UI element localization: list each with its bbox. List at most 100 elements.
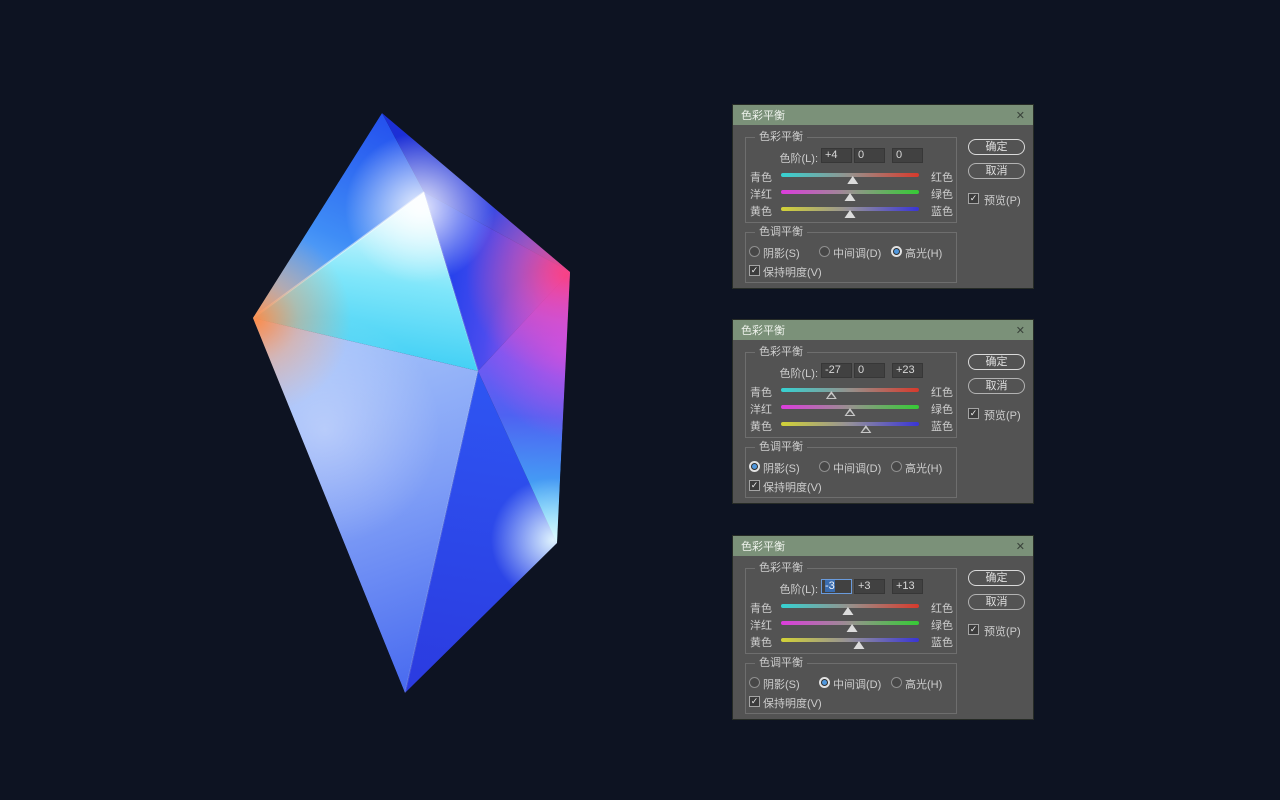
preserve-luminosity-checkbox[interactable]: ✓ xyxy=(749,696,760,707)
green-label: 绿色 xyxy=(931,617,953,633)
levels-input-3[interactable]: 0 xyxy=(892,148,923,163)
radio-shadows-label: 阴影(S) xyxy=(763,245,800,261)
color-balance-dialog-3: 色彩平衡 ✕ 色彩平衡 色阶(L): -3 +3 +13 青色 红色 洋红 xyxy=(733,536,1033,719)
group-label: 色调平衡 xyxy=(755,441,807,454)
dialog-title: 色彩平衡 xyxy=(741,322,785,338)
preserve-luminosity-label: 保持明度(V) xyxy=(763,479,822,495)
levels-input-1[interactable]: +4 xyxy=(821,148,852,163)
levels-input-3[interactable]: +23 xyxy=(892,363,923,378)
slider-thumb[interactable] xyxy=(845,193,856,201)
dialog-titlebar[interactable]: 色彩平衡 ✕ xyxy=(733,105,1033,125)
group-label: 色彩平衡 xyxy=(755,346,807,359)
preserve-luminosity-label: 保持明度(V) xyxy=(763,695,822,711)
radio-highlights[interactable] xyxy=(891,246,902,257)
yellow-blue-slider[interactable] xyxy=(781,638,919,642)
yellow-label: 黄色 xyxy=(750,634,772,650)
magenta-green-slider[interactable] xyxy=(781,190,919,194)
dialog-titlebar[interactable]: 色彩平衡 ✕ xyxy=(733,536,1033,556)
cancel-button[interactable]: 取消 xyxy=(968,594,1025,610)
blue-label: 蓝色 xyxy=(931,418,953,434)
canvas-background: 色彩平衡 ✕ 色彩平衡 色阶(L): +4 0 0 青色 红色 洋红 xyxy=(0,0,1280,800)
dialog-titlebar[interactable]: 色彩平衡 ✕ xyxy=(733,320,1033,340)
radio-shadows[interactable] xyxy=(749,461,760,472)
cyan-label: 青色 xyxy=(750,384,772,400)
red-label: 红色 xyxy=(931,384,953,400)
color-balance-group: 色彩平衡 色阶(L): +4 0 0 青色 红色 洋红 绿色 xyxy=(745,137,957,223)
levels-label: 色阶(L): xyxy=(766,150,818,166)
levels-input-2[interactable]: +3 xyxy=(854,579,885,594)
close-icon[interactable]: ✕ xyxy=(1016,109,1025,122)
radio-highlights-label: 高光(H) xyxy=(905,676,942,692)
red-label: 红色 xyxy=(931,600,953,616)
slider-thumb[interactable] xyxy=(860,425,871,433)
ok-button[interactable]: 确定 xyxy=(968,139,1025,155)
cancel-button[interactable]: 取消 xyxy=(968,163,1025,179)
radio-midtones[interactable] xyxy=(819,677,830,688)
yellow-label: 黄色 xyxy=(750,203,772,219)
radio-highlights-label: 高光(H) xyxy=(905,460,942,476)
dialog-title: 色彩平衡 xyxy=(741,107,785,123)
group-label: 色彩平衡 xyxy=(755,562,807,575)
preview-checkbox[interactable]: ✓ xyxy=(968,408,979,419)
color-balance-group: 色彩平衡 色阶(L): -3 +3 +13 青色 红色 洋红 xyxy=(745,568,957,654)
radio-highlights[interactable] xyxy=(891,677,902,688)
slider-thumb[interactable] xyxy=(853,641,864,649)
tone-balance-group: 色调平衡 阴影(S) 中间调(D) 高光(H) ✓ 保持明度(V) xyxy=(745,447,957,498)
slider-thumb[interactable] xyxy=(826,391,837,399)
red-label: 红色 xyxy=(931,169,953,185)
cyan-label: 青色 xyxy=(750,600,772,616)
slider-thumb[interactable] xyxy=(845,408,856,416)
levels-input-1[interactable]: -27 xyxy=(821,363,852,378)
preview-label: 预览(P) xyxy=(984,192,1021,208)
group-label: 色调平衡 xyxy=(755,657,807,670)
preview-label: 预览(P) xyxy=(984,407,1021,423)
preview-label: 预览(P) xyxy=(984,623,1021,639)
dialog-title: 色彩平衡 xyxy=(741,538,785,554)
yellow-blue-slider[interactable] xyxy=(781,207,919,211)
preview-checkbox[interactable]: ✓ xyxy=(968,193,979,204)
radio-midtones[interactable] xyxy=(819,246,830,257)
magenta-green-slider[interactable] xyxy=(781,405,919,409)
tone-balance-group: 色调平衡 阴影(S) 中间调(D) 高光(H) ✓ 保持明度(V) xyxy=(745,663,957,714)
levels-input-2[interactable]: 0 xyxy=(854,363,885,378)
group-label: 色彩平衡 xyxy=(755,131,807,144)
preserve-luminosity-checkbox[interactable]: ✓ xyxy=(749,480,760,491)
radio-midtones-label: 中间调(D) xyxy=(833,676,881,692)
close-icon[interactable]: ✕ xyxy=(1016,324,1025,337)
cyan-red-slider[interactable] xyxy=(781,388,919,392)
radio-midtones-label: 中间调(D) xyxy=(833,245,881,261)
levels-input-1[interactable]: -3 xyxy=(821,579,852,594)
cyan-red-slider[interactable] xyxy=(781,173,919,177)
slider-thumb[interactable] xyxy=(842,607,853,615)
ok-button[interactable]: 确定 xyxy=(968,354,1025,370)
levels-label: 色阶(L): xyxy=(766,581,818,597)
radio-shadows-label: 阴影(S) xyxy=(763,460,800,476)
magenta-label: 洋红 xyxy=(750,186,772,202)
preview-checkbox[interactable]: ✓ xyxy=(968,624,979,635)
radio-midtones[interactable] xyxy=(819,461,830,472)
close-icon[interactable]: ✕ xyxy=(1016,540,1025,553)
preserve-luminosity-checkbox[interactable]: ✓ xyxy=(749,265,760,276)
magenta-label: 洋红 xyxy=(750,401,772,417)
cancel-button[interactable]: 取消 xyxy=(968,378,1025,394)
cyan-red-slider[interactable] xyxy=(781,604,919,608)
preserve-luminosity-label: 保持明度(V) xyxy=(763,264,822,280)
slider-thumb[interactable] xyxy=(845,210,856,218)
tone-balance-group: 色调平衡 阴影(S) 中间调(D) 高光(H) ✓ 保持明度(V) xyxy=(745,232,957,283)
radio-shadows-label: 阴影(S) xyxy=(763,676,800,692)
green-label: 绿色 xyxy=(931,401,953,417)
levels-label: 色阶(L): xyxy=(766,365,818,381)
radio-shadows[interactable] xyxy=(749,677,760,688)
magenta-label: 洋红 xyxy=(750,617,772,633)
radio-highlights[interactable] xyxy=(891,461,902,472)
slider-thumb[interactable] xyxy=(847,624,858,632)
radio-shadows[interactable] xyxy=(749,246,760,257)
levels-input-2[interactable]: 0 xyxy=(854,148,885,163)
yellow-blue-slider[interactable] xyxy=(781,422,919,426)
magenta-green-slider[interactable] xyxy=(781,621,919,625)
ok-button[interactable]: 确定 xyxy=(968,570,1025,586)
slider-thumb[interactable] xyxy=(847,176,858,184)
levels-input-3[interactable]: +13 xyxy=(892,579,923,594)
group-label: 色调平衡 xyxy=(755,226,807,239)
green-label: 绿色 xyxy=(931,186,953,202)
